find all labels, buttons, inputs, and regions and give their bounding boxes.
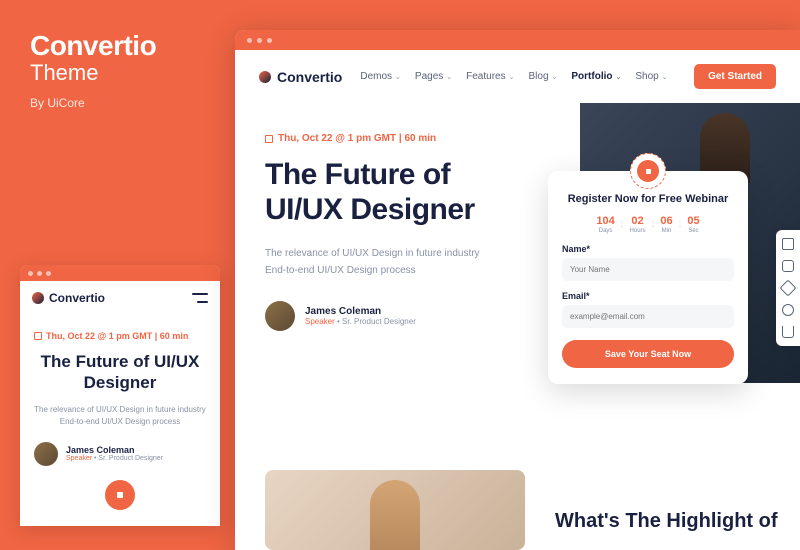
author-name: James Coleman	[66, 445, 163, 455]
calendar-icon	[265, 135, 273, 143]
save-seat-button[interactable]: Save Your Seat Now	[562, 340, 734, 368]
person-image	[370, 480, 420, 550]
window-dot-icon	[267, 38, 272, 43]
promo-title: Convertio	[30, 30, 220, 62]
nav-item-pages[interactable]: Pages⌄	[415, 71, 452, 82]
chevron-down-icon: ⌄	[662, 73, 668, 81]
chevron-down-icon: ⌄	[552, 73, 558, 81]
countdown-hours: 02Hours	[630, 215, 646, 234]
calendar-icon	[34, 332, 42, 340]
event-heading: The Future of UI/UX Designer	[265, 158, 495, 227]
tag-icon[interactable]	[780, 280, 797, 297]
logo-mark-icon	[259, 71, 271, 83]
cart-icon[interactable]	[782, 326, 794, 338]
author-info: James Coleman Speaker • Sr. Product Desi…	[66, 445, 163, 462]
side-toolbar	[776, 230, 800, 346]
countdown-timer: 104Days : 02Hours : 06Min : 05Sec	[562, 215, 734, 234]
mobile-content: Thu, Oct 22 @ 1 pm GMT | 60 min The Futu…	[20, 315, 220, 526]
event-date: Thu, Oct 22 @ 1 pm GMT | 60 min	[265, 133, 495, 144]
mobile-preview-window: Convertio Thu, Oct 22 @ 1 pm GMT | 60 mi…	[20, 265, 220, 526]
brand-logo[interactable]: Convertio	[259, 69, 342, 85]
mobile-window-chrome	[20, 265, 220, 281]
window-dot-icon	[247, 38, 252, 43]
webinar-card-title: Register Now for Free Webinar	[562, 193, 734, 205]
main-nav: Demos⌄ Pages⌄ Features⌄ Blog⌄ Portfolio⌄…	[360, 71, 667, 82]
avatar	[265, 301, 295, 331]
email-label: Email*	[562, 291, 734, 301]
event-heading: The Future of UI/UX Designer	[34, 351, 206, 394]
author-info: James Coleman Speaker • Sr. Product Desi…	[305, 306, 416, 326]
get-started-button[interactable]: Get Started	[694, 64, 776, 89]
window-dot-icon	[257, 38, 262, 43]
name-input[interactable]	[562, 258, 734, 281]
desktop-preview-window: Convertio Demos⌄ Pages⌄ Features⌄ Blog⌄ …	[235, 30, 800, 550]
countdown-days: 104Days	[596, 215, 614, 234]
event-date-text: Thu, Oct 22 @ 1 pm GMT | 60 min	[46, 331, 188, 341]
chat-icon[interactable]	[782, 260, 794, 272]
register-badge-icon	[630, 153, 666, 189]
desktop-content: Thu, Oct 22 @ 1 pm GMT | 60 min The Futu…	[235, 103, 800, 331]
mobile-header: Convertio	[20, 281, 220, 315]
countdown-min: 06Min	[660, 215, 672, 234]
chevron-down-icon: ⌄	[446, 73, 452, 81]
feature-image	[265, 470, 525, 550]
promo-sidebar: Convertio Theme By UiCore	[30, 30, 220, 110]
bottom-section: What's The Highlight of	[265, 470, 800, 550]
email-field-group: Email*	[562, 291, 734, 328]
heart-icon[interactable]	[782, 304, 794, 316]
nav-item-shop[interactable]: Shop⌄	[635, 71, 667, 82]
register-badge-icon[interactable]	[105, 480, 135, 510]
brand-name: Convertio	[49, 291, 105, 305]
brand-logo[interactable]: Convertio	[32, 291, 105, 305]
window-dot-icon	[46, 271, 51, 276]
promo-author: By UiCore	[30, 96, 220, 110]
chevron-down-icon: ⌄	[615, 73, 621, 81]
author-block: James Coleman Speaker • Sr. Product Desi…	[34, 442, 206, 466]
window-dot-icon	[37, 271, 42, 276]
webinar-registration-card: Register Now for Free Webinar 104Days : …	[548, 171, 748, 384]
event-description: The relevance of UI/UX Design in future …	[265, 245, 495, 279]
name-field-group: Name*	[562, 244, 734, 281]
author-name: James Coleman	[305, 306, 416, 317]
desktop-window-chrome	[235, 30, 800, 50]
brand-name: Convertio	[277, 69, 342, 85]
nav-item-blog[interactable]: Blog⌄	[528, 71, 557, 82]
desktop-header: Convertio Demos⌄ Pages⌄ Features⌄ Blog⌄ …	[235, 50, 800, 103]
email-input[interactable]	[562, 305, 734, 328]
window-dot-icon	[28, 271, 33, 276]
gallery-icon[interactable]	[782, 238, 794, 250]
hamburger-menu-icon[interactable]	[192, 293, 208, 303]
name-label: Name*	[562, 244, 734, 254]
chevron-down-icon: ⌄	[509, 73, 515, 81]
hero-left-column: Thu, Oct 22 @ 1 pm GMT | 60 min The Futu…	[265, 123, 495, 331]
event-date: Thu, Oct 22 @ 1 pm GMT | 60 min	[34, 331, 206, 341]
countdown-sec: 05Sec	[687, 215, 699, 234]
author-role: Speaker • Sr. Product Designer	[66, 455, 163, 462]
promo-subtitle: Theme	[30, 60, 220, 86]
author-block: James Coleman Speaker • Sr. Product Desi…	[265, 301, 495, 331]
event-date-text: Thu, Oct 22 @ 1 pm GMT | 60 min	[278, 133, 436, 144]
nav-item-features[interactable]: Features⌄	[466, 71, 514, 82]
hero-right-column: Register Now for Free Webinar 104Days : …	[515, 123, 800, 331]
highlight-heading: What's The Highlight of	[555, 470, 778, 550]
avatar	[34, 442, 58, 466]
nav-item-demos[interactable]: Demos⌄	[360, 71, 401, 82]
author-role: Speaker • Sr. Product Designer	[305, 317, 416, 326]
logo-mark-icon	[32, 292, 44, 304]
chevron-down-icon: ⌄	[395, 73, 401, 81]
event-description: The relevance of UI/UX Design in future …	[34, 404, 206, 428]
nav-item-portfolio[interactable]: Portfolio⌄	[571, 71, 621, 82]
